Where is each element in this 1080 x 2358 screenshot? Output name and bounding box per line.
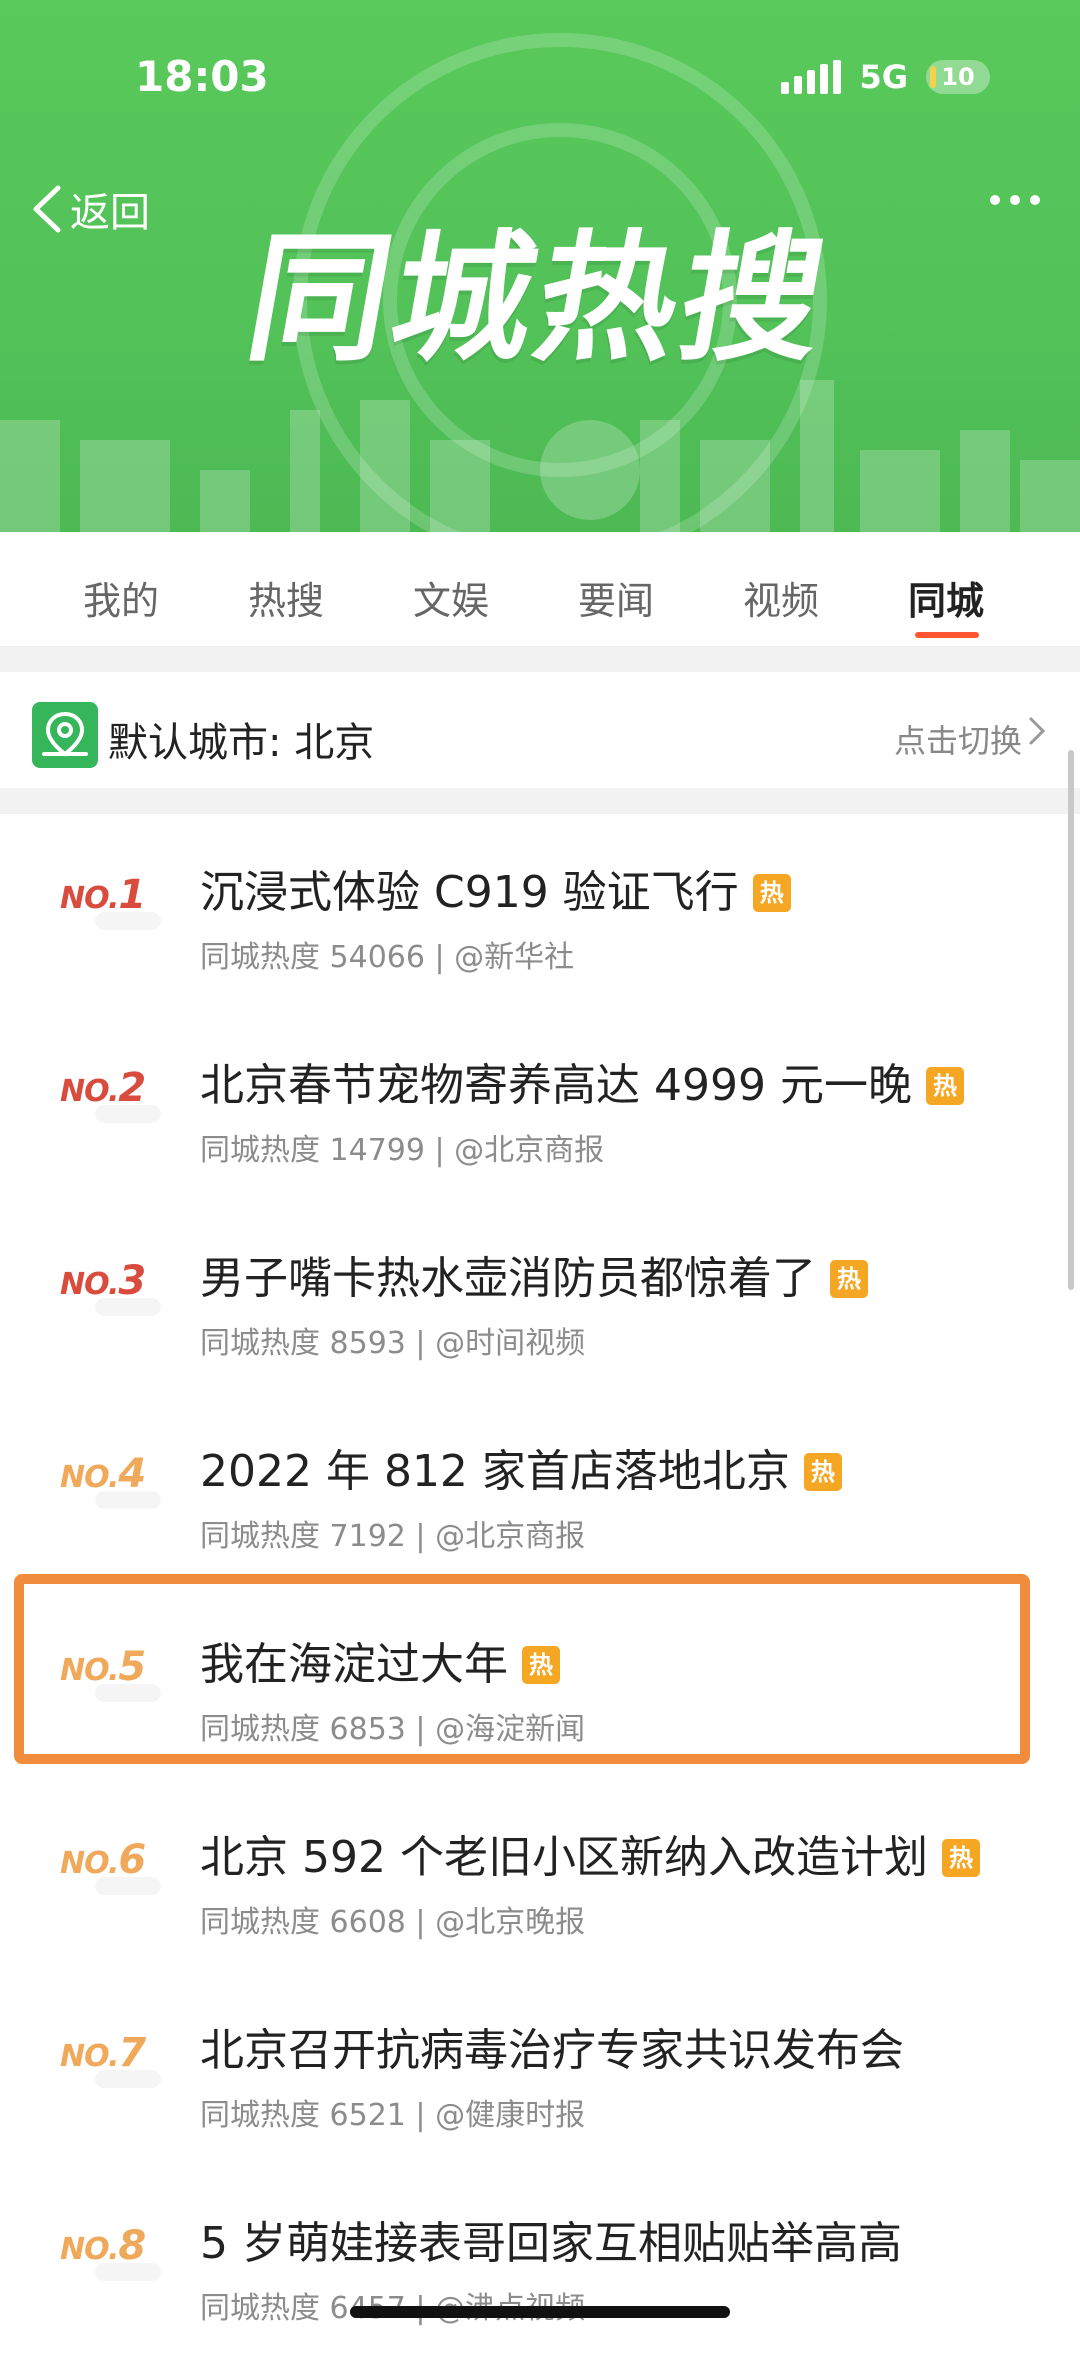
list-item[interactable]: NO.8 5 岁萌娃接表哥回家互相贴贴举高高 同城热度 6457 | @沸点视频: [0, 2165, 1080, 2358]
list-item[interactable]: NO.7 北京召开抗病毒治疗专家共识发布会 同城热度 6521 | @健康时报: [0, 1972, 1080, 2167]
chevron-right-icon: [1029, 717, 1046, 745]
rank-decoration: [95, 1684, 161, 1702]
status-indicators: 5G 10: [781, 58, 990, 96]
hot-badge: 热: [925, 1067, 964, 1105]
tab-video[interactable]: 视频: [743, 570, 819, 625]
city-selector[interactable]: 默认城市: 北京 点击切换: [0, 672, 1080, 788]
active-tab-indicator: [915, 632, 979, 638]
item-meta: 同城热度 6853 | @海淀新闻: [200, 1712, 586, 1747]
list-item[interactable]: NO.5 我在海淀过大年热 同城热度 6853 | @海淀新闻: [0, 1586, 1080, 1781]
rank-decoration: [95, 1877, 161, 1895]
item-title: 男子嘴卡热水壶消防员都惊着了热: [200, 1242, 868, 1306]
rank-decoration: [95, 1298, 161, 1316]
tab-mine[interactable]: 我的: [83, 570, 159, 625]
hot-badge: 热: [941, 1839, 980, 1877]
list-item[interactable]: NO.6 北京 592 个老旧小区新纳入改造计划热 同城热度 6608 | @北…: [0, 1779, 1080, 1974]
hot-badge: 热: [803, 1453, 842, 1491]
home-indicator[interactable]: [350, 2306, 730, 2318]
item-title: 北京召开抗病毒治疗专家共识发布会: [200, 2025, 904, 2076]
network-type: 5G: [859, 58, 908, 96]
hot-badge: 热: [830, 1260, 868, 1298]
item-title: 我在海淀过大年热: [200, 1628, 560, 1692]
rank-decoration: [95, 1491, 161, 1509]
item-title: 2022 年 812 家首店落地北京热: [200, 1435, 842, 1499]
item-title: 5 岁萌娃接表哥回家互相贴贴举高高: [200, 2218, 902, 2269]
signal-icon: [781, 60, 842, 94]
status-time: 18:03: [135, 52, 269, 101]
divider: [0, 646, 1080, 672]
tab-local[interactable]: 同城: [908, 570, 984, 625]
rank-decoration: [95, 912, 161, 930]
item-meta: 同城热度 54066 | @新华社: [200, 940, 575, 975]
switch-city-link[interactable]: 点击切换: [894, 716, 1022, 762]
battery-icon: 10: [926, 60, 990, 94]
item-meta: 同城热度 6457 | @沸点视频: [200, 2291, 585, 2326]
tab-entertainment[interactable]: 文娱: [413, 570, 489, 625]
item-title: 北京春节宠物寄养高达 4999 元一晚热: [200, 1049, 964, 1113]
tab-news[interactable]: 要闻: [578, 570, 654, 625]
battery-level: 10: [941, 63, 975, 91]
item-meta: 同城热度 6521 | @健康时报: [200, 2098, 586, 2133]
default-city-label: 默认城市: 北京: [108, 720, 375, 766]
rank-decoration: [95, 2070, 161, 2088]
header-banner: 18:03 5G 10 返回 同城热搜: [0, 0, 1080, 532]
item-meta: 同城热度 6608 | @北京晚报: [200, 1905, 586, 1940]
tab-bar: 我的 热搜 文娱 要闻 视频 同城: [0, 532, 1080, 642]
page-title: 同城热搜: [235, 218, 841, 381]
more-options-icon[interactable]: [990, 195, 1040, 205]
item-meta: 同城热度 7192 | @北京商报: [200, 1519, 586, 1554]
list-item[interactable]: NO.2 北京春节宠物寄养高达 4999 元一晚热 同城热度 14799 | @…: [0, 1007, 1080, 1202]
hot-badge: 热: [522, 1646, 560, 1684]
rank-decoration: [95, 2263, 161, 2281]
tab-hot-search[interactable]: 热搜: [248, 570, 324, 625]
item-meta: 同城热度 14799 | @北京商报: [200, 1133, 605, 1168]
item-meta: 同城热度 8593 | @时间视频: [200, 1326, 586, 1361]
hot-badge: 热: [752, 874, 791, 912]
rank-decoration: [95, 1105, 161, 1123]
scrollbar[interactable]: [1068, 750, 1074, 1290]
back-button[interactable]: 返回: [30, 180, 150, 238]
list-item[interactable]: NO.1 沉浸式体验 C919 验证飞行热 同城热度 54066 | @新华社: [0, 814, 1080, 1009]
divider: [0, 788, 1080, 814]
location-pin-icon: [32, 702, 98, 768]
list-item[interactable]: NO.3 男子嘴卡热水壶消防员都惊着了热 同城热度 8593 | @时间视频: [0, 1200, 1080, 1395]
item-title: 沉浸式体验 C919 验证飞行热: [200, 856, 791, 920]
list-item[interactable]: NO.4 2022 年 812 家首店落地北京热 同城热度 7192 | @北京…: [0, 1393, 1080, 1588]
back-label: 返回: [70, 190, 150, 236]
chevron-left-icon: [33, 185, 61, 233]
item-title: 北京 592 个老旧小区新纳入改造计划热: [200, 1821, 980, 1885]
